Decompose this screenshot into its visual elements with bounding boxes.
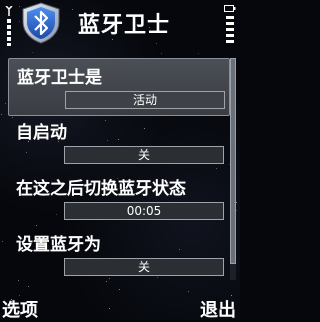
setting-autostart[interactable]: 自启动 关: [8, 114, 228, 170]
battery-icon: [224, 5, 236, 12]
star: [32, 52, 33, 53]
setting-bluetooth-state[interactable]: 设置蓝牙为 关: [8, 226, 228, 282]
bluetooth-shield-icon: [22, 2, 60, 44]
signal-indicator: [4, 6, 14, 46]
setting-label: 设置蓝牙为: [16, 235, 101, 255]
app-title: 蓝牙卫士: [78, 13, 171, 38]
setting-value-field[interactable]: 关: [64, 258, 224, 276]
title-bar: 蓝牙卫士: [0, 0, 240, 48]
star: [1, 114, 2, 115]
star: [28, 286, 29, 287]
setting-value-field[interactable]: 关: [64, 146, 224, 164]
setting-switch-delay[interactable]: 在这之后切换蓝牙状态 00:05: [8, 170, 228, 226]
setting-label: 蓝牙卫士是: [17, 68, 102, 88]
setting-value-field[interactable]: 活动: [65, 91, 225, 109]
exit-softkey[interactable]: 退出: [200, 296, 236, 322]
star: [236, 210, 237, 211]
star: [198, 53, 199, 54]
setting-label: 在这之后切换蓝牙状态: [16, 179, 186, 199]
star: [161, 53, 162, 54]
options-softkey[interactable]: 选项: [2, 296, 38, 322]
scrollbar-thumb[interactable]: [230, 58, 236, 264]
star: [236, 202, 237, 203]
softkey-bar: 选项 退出: [0, 292, 240, 322]
setting-value-field[interactable]: 00:05: [64, 202, 224, 220]
battery-indicator: [224, 4, 236, 44]
star: [5, 103, 6, 104]
star: [119, 289, 120, 290]
setting-guard-status[interactable]: 蓝牙卫士是 活动: [8, 58, 230, 116]
antenna-icon: [5, 6, 13, 16]
star: [2, 241, 3, 242]
setting-label: 自启动: [16, 123, 67, 143]
